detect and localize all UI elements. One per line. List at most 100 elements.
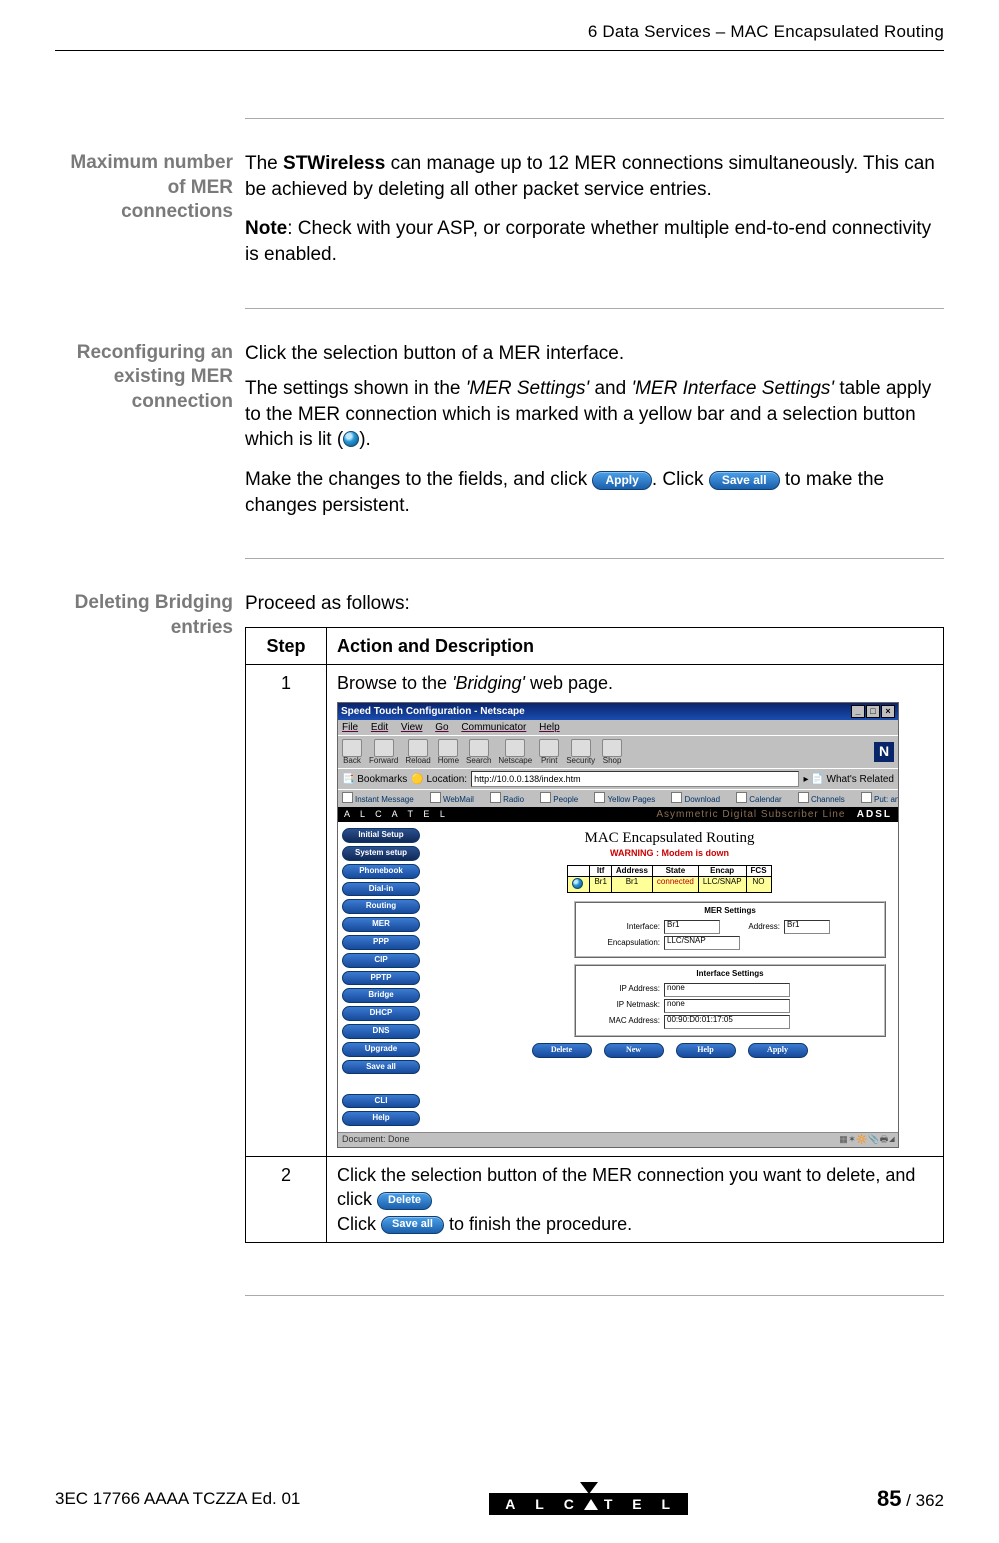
sidebar-item: Bridge (342, 988, 420, 1003)
step-description: Click the selection button of the MER co… (327, 1157, 944, 1243)
paragraph: Make the changes to the fields, and clic… (245, 467, 944, 518)
current-page: 85 (877, 1486, 901, 1511)
field-label: IP Netmask: (580, 1001, 660, 1010)
paragraph: Click the selection button of a MER inte… (245, 341, 944, 367)
toolbar-search: Search (466, 739, 491, 766)
steps-table: Step Action and Description 1 Browse to … (245, 627, 944, 1243)
sidebar-item: PPP (342, 935, 420, 950)
panel-title: MER Settings (580, 907, 880, 916)
paragraph: The STWireless can manage up to 12 MER c… (245, 151, 944, 202)
page-number: 85 / 362 (877, 1486, 944, 1512)
browser-screenshot: Speed Touch Configuration - Netscape _□×… (337, 702, 899, 1148)
label: Security (566, 757, 595, 766)
col-action: Action and Description (327, 628, 944, 665)
panel-title: Interface Settings (580, 970, 880, 979)
whats-related: ▸ 📄 What's Related (803, 774, 894, 785)
col: FCS (746, 865, 771, 877)
field-label: Encapsulation: (580, 939, 660, 948)
sidebar-item: CLI (342, 1094, 420, 1109)
field-label: Address: (720, 923, 780, 932)
section-body: Click the selection button of a MER inte… (245, 341, 944, 529)
step-number: 2 (246, 1157, 327, 1243)
side-heading: Reconfiguring an existing MER connection (55, 341, 245, 529)
location-bar: 📑 Bookmarks 🟡 Location: ▸ 📄 What's Relat… (338, 768, 898, 789)
link-item: Calendar (736, 795, 788, 804)
side-heading: Maximum number of MER connections (55, 151, 245, 278)
netscape-icon (505, 739, 525, 757)
cell: Br1 (611, 877, 652, 893)
section-divider (245, 1295, 944, 1296)
product-name: STWireless (283, 153, 385, 174)
triangle-up-icon (584, 1499, 598, 1510)
note-paragraph: Note: Check with your ASP, or corporate … (245, 216, 944, 267)
help-button: Help (676, 1043, 736, 1058)
connection-table: Itf Address State Encap FCS (567, 865, 771, 894)
table-row: Br1 Br1 connected LLC/SNAP NO (568, 877, 771, 893)
toolbar-security: Security (566, 739, 595, 766)
section-deleting-bridging: Deleting Bridging entries Proceed as fol… (245, 558, 944, 1273)
logo-bar: A L CT E L (489, 1493, 688, 1515)
total-pages: 362 (916, 1491, 944, 1510)
status-bar: Document: Done ▦ ✶ 🔆 📎 🖶 ◢ (338, 1132, 898, 1147)
minimize-icon: _ (851, 705, 865, 718)
sidebar-item: Help (342, 1111, 420, 1126)
sidebar-item: CIP (342, 953, 420, 968)
form-row: Interface: Br1 Address: Br1 (580, 920, 880, 934)
form-row: Encapsulation: LLC/SNAP (580, 936, 880, 950)
field-label: Interface: (580, 923, 660, 932)
mac-address-field: 00:90:D0:01:17:05 (664, 1015, 790, 1029)
sidebar-item: PPTP (342, 971, 420, 986)
radio-cell (568, 877, 590, 893)
url-input[interactable] (471, 771, 799, 787)
sidebar-item: DNS (342, 1024, 420, 1039)
apply-button-graphic: Apply (592, 471, 651, 490)
text: Make the changes to the fields, and clic… (245, 469, 592, 490)
sidebar-item: MER (342, 917, 420, 932)
link-item: Download (671, 795, 727, 804)
step-description: Browse to the 'Bridging' web page. Speed… (327, 665, 944, 1157)
field-label: IP Address: (580, 985, 660, 994)
label: Home (438, 757, 459, 766)
sidebar-item: Save all (342, 1060, 420, 1075)
toolbar-forward: Forward (369, 739, 398, 766)
header-rule (55, 50, 944, 51)
brand-bar: A L C A T E L Asymmetric Digital Subscri… (338, 807, 898, 822)
label: Forward (369, 757, 398, 766)
side-heading: Deleting Bridging entries (55, 591, 245, 1243)
text: Click (337, 1214, 381, 1234)
col: Itf (590, 865, 611, 877)
text: What's Related (827, 774, 895, 785)
toolbar-back: Back (342, 739, 362, 766)
section-body: Proceed as follows: Step Action and Desc… (245, 591, 944, 1243)
section-max-connections: Maximum number of MER connections The ST… (245, 118, 944, 308)
ip-address-field: none (664, 983, 790, 997)
menu-item: Edit (371, 722, 388, 733)
col: State (652, 865, 698, 877)
table-row: 2 Click the selection button of the MER … (246, 1157, 944, 1243)
text: web page. (525, 673, 613, 693)
page-heading: MAC Encapsulated Routing (447, 830, 892, 847)
sidebar-item: Phonebook (342, 864, 420, 879)
cell: connected (652, 877, 698, 893)
interface-field: Br1 (664, 920, 720, 934)
sidebar-item: Dial-in (342, 882, 420, 897)
section-body: The STWireless can manage up to 12 MER c… (245, 151, 944, 278)
toolbar-home: Home (438, 739, 459, 766)
delete-button-graphic: Delete (377, 1192, 432, 1210)
form-row: IP Address: none (580, 983, 880, 997)
text: The (245, 153, 283, 174)
page-viewport: Initial Setup System setup Phonebook Dia… (338, 822, 898, 1132)
page-footer: 3EC 17766 AAAA TCZZA Ed. 01 A L CT E L 8… (55, 1482, 944, 1515)
table-header-row: Step Action and Description (246, 628, 944, 665)
note-label: Note (245, 218, 287, 239)
text: Browse to the (337, 673, 452, 693)
toolbar-netscape: Netscape (498, 739, 532, 766)
mer-settings-panel: MER Settings Interface: Br1 Address: Br1 (574, 901, 886, 958)
col: Encap (698, 865, 746, 877)
text: Location: (426, 774, 467, 785)
label: Shop (603, 757, 622, 766)
forward-icon (374, 739, 394, 757)
text: to finish the procedure. (449, 1214, 632, 1234)
save-all-button-graphic: Save all (709, 471, 780, 490)
new-button: New (604, 1043, 664, 1058)
